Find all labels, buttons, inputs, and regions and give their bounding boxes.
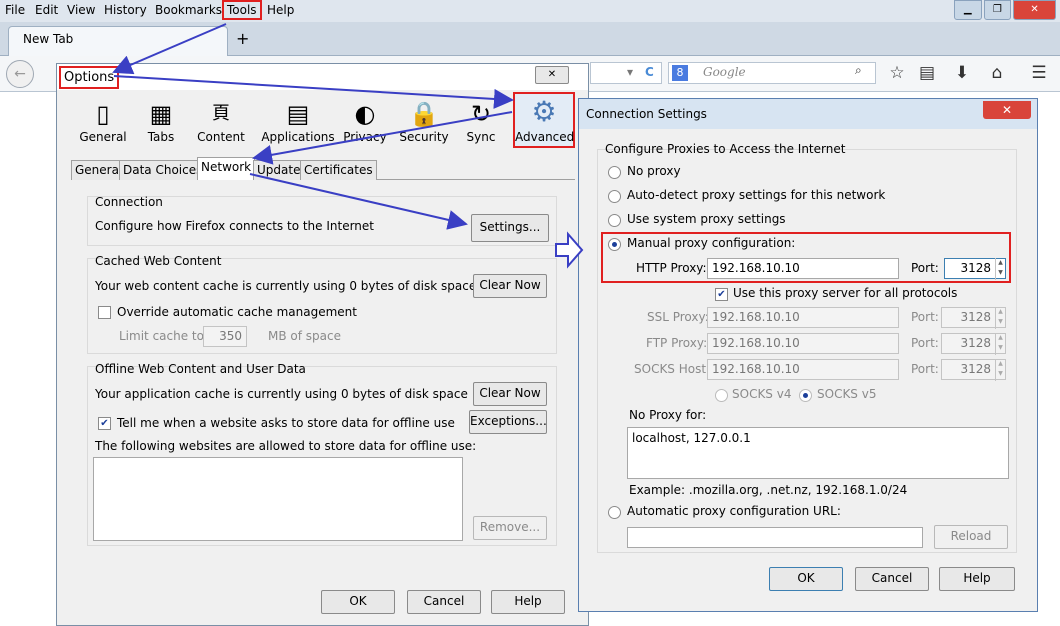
arrow-advanced-to-network xyxy=(252,111,513,165)
arrow-options-to-advanced xyxy=(113,75,514,109)
arrow-tools-to-options xyxy=(112,23,227,75)
arrow-network-to-settings xyxy=(249,173,468,230)
annotation-arrows xyxy=(112,23,584,269)
arrow-settings-to-connection xyxy=(555,231,584,269)
